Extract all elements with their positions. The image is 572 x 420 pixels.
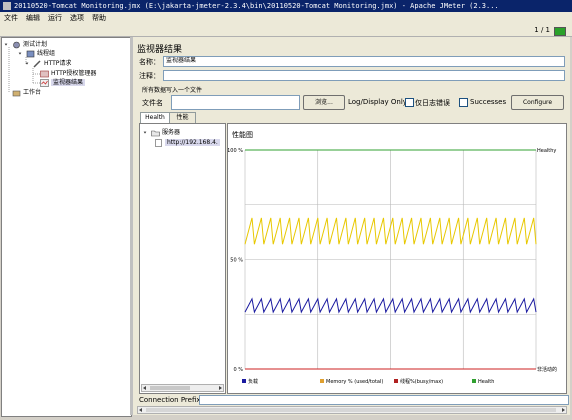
tree-item-label: 工作台 [23,89,42,96]
menu-run[interactable]: 运行 [48,14,62,22]
panel-title: 监视器结果 [137,45,183,55]
server-tree-root-label: 服务器 [162,129,181,136]
tree-item-label: 监视器结果 [51,79,86,86]
log-display-label: Log/Display Only: [348,98,409,106]
configure-button[interactable]: Configure [511,95,564,110]
chart-legend-label: Memory % (used/total) [326,379,383,385]
expand-icon[interactable] [25,60,31,68]
menu-options[interactable]: 选项 [70,14,84,22]
document-icon [155,138,162,147]
errors-only-label: 仅日志错误 [415,99,450,107]
chart-right-label-inactive: 非活动的 [537,366,557,373]
tree-item-label: 线程组 [37,50,56,57]
browse-button[interactable]: 浏览... [303,95,345,110]
test-plan-icon [13,41,20,48]
window-title: 20110520-Tomcat Monitoring.jmx (E:\jakar… [14,2,499,10]
menu-file[interactable]: 文件 [4,14,18,22]
chart-legend-label: 线程%(busy/max) [400,378,443,385]
filename-input[interactable] [171,95,300,110]
folder-icon [151,130,160,136]
errors-only-checkbox[interactable] [405,98,414,107]
sampler-icon [33,59,41,68]
filename-label: 文件名 [142,99,163,107]
main-h-scrollbar[interactable] [137,406,567,414]
name-input[interactable]: 监视器结果 [163,56,565,67]
chart-y-tick-label: 0 % [233,367,243,373]
performance-chart: 100 % 50 % 0 % Healthy 非活动的负载 Memory % (used/… [228,148,557,385]
scrollbar-arrows-icon [143,386,222,390]
chart-y-tick-label: 50 % [230,258,243,264]
tree-item-test-plan[interactable]: 测试计划 [4,40,47,49]
test-plan-tree[interactable]: 测试计划 线程组 HTTP请求 HTTP授权管理器 监视器结果 工作台 [1,37,132,417]
chart-legend-label: 负载 [248,378,258,385]
tree-item-workbench[interactable]: 工作台 [12,88,41,97]
listener-icon [40,78,49,87]
menu-edit[interactable]: 编辑 [26,14,40,22]
app-icon [3,2,11,10]
tree-item-label: HTTP请求 [44,60,72,67]
file-section-label: 所有数据写入一个文件 [142,87,203,94]
server-tree[interactable]: 服务器 http://192.168.4. [139,123,226,394]
scrollbar-arrows-icon [139,408,565,412]
thread-group-icon [26,50,35,57]
config-element-icon [40,70,49,77]
tab-health[interactable]: Health [140,112,170,123]
thread-counter: 1 / 1 [534,26,550,34]
connection-prefix-label: Connection Prefix [139,396,201,404]
chart-y-tick-label: 100 % [228,148,243,154]
toolbar [0,25,572,37]
tree-item-auth-manager[interactable]: HTTP授权管理器 [40,69,96,78]
tree-item-thread-group[interactable]: 线程组 [18,49,55,58]
chart-legend-swatch [472,379,476,383]
chart-legend-swatch [242,379,246,383]
tree-item-label: 测试计划 [23,41,48,48]
tree-item-label: HTTP授权管理器 [51,70,97,77]
expand-icon[interactable] [4,41,10,49]
chart-right-label-healthy: Healthy [537,148,556,154]
workbench-icon [12,90,21,96]
chart-legend-swatch [394,379,398,383]
monitor-results-panel: 监视器结果 名称： 监视器结果 注释： 所有数据写入一个文件 文件名 浏览...… [133,37,570,415]
expand-icon[interactable] [143,129,149,137]
menu-bar: 文件 编辑 运行 选项 帮助 [0,12,572,25]
successes-label: Successes [470,98,507,106]
window-title-bar: 20110520-Tomcat Monitoring.jmx (E:\jakar… [0,0,572,12]
menu-help[interactable]: 帮助 [92,14,106,22]
chart-legend-swatch [320,379,324,383]
server-tree-item-label: http://192.168.4. [165,139,220,146]
tab-performance[interactable]: 性能 [169,112,196,123]
running-indicator [554,27,566,36]
name-label: 名称： [139,58,160,66]
comment-label: 注释： [139,72,160,80]
tree-item-monitor-results[interactable]: 监视器结果 [40,78,86,87]
tree-item-http-request[interactable]: HTTP请求 [25,59,71,68]
server-tree-h-scrollbar[interactable] [141,384,224,392]
server-tree-item[interactable]: http://192.168.4. [154,138,220,147]
server-tree-root[interactable]: 服务器 [143,128,180,137]
successes-checkbox[interactable] [459,98,468,107]
connection-prefix-input[interactable] [199,395,569,405]
chart-legend-label: Health [478,379,494,385]
expand-icon[interactable] [18,50,24,58]
performance-chart-panel: 性能图 100 % 50 % 0 % Healthy 非活动的 负载 Memory % (u… [227,123,567,394]
comment-input[interactable] [163,70,565,81]
